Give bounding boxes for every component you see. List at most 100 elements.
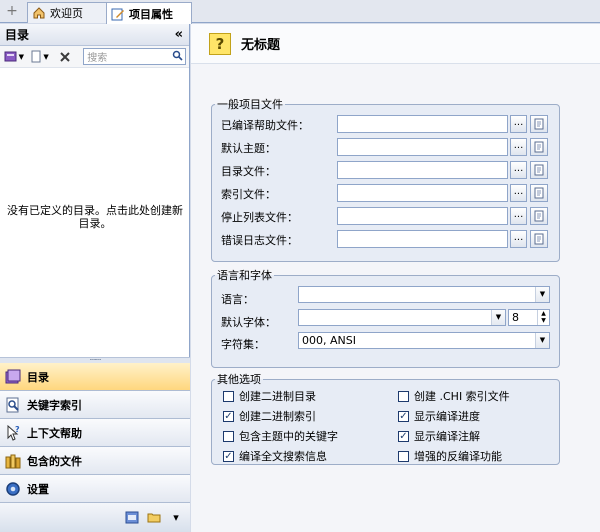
toc-icon [3,367,22,386]
book-dropdown-icon[interactable]: ▼ [3,48,25,65]
chevron-down-icon[interactable]: ▼ [535,333,549,348]
option-label: 创建 .CHI 索引文件 [414,390,510,403]
option-checkbox[interactable]: ✓ 创建二进制索引 [223,408,316,424]
nav-footer: ▾ [0,503,190,532]
general-row-input[interactable] [337,184,508,202]
nav-settings-label: 设置 [27,482,49,496]
nav-toc-label: 目录 [27,370,49,384]
general-row-input[interactable] [337,161,508,179]
page-icon[interactable] [530,207,548,225]
nav-context-help-label: 上下文帮助 [27,426,82,440]
nav-item-toc[interactable]: 目录 [0,363,190,391]
folder-dropdown-icon[interactable] [146,510,162,526]
option-label: 编译全文搜索信息 [239,450,327,463]
index-icon [3,395,22,414]
chevron-down-icon[interactable]: ▾ [168,510,184,526]
link-icon[interactable] [530,115,548,133]
left-toolbar: ▼ ▼ 搜索 [0,46,189,68]
tab-project-properties[interactable]: 项目属性 [106,2,192,24]
language-select[interactable]: ▼ [298,286,550,303]
collapse-panel-icon[interactable]: « [175,27,183,42]
charset-select[interactable]: 000, ANSI ▼ [298,332,550,349]
browse-button[interactable]: ... [510,184,527,202]
search-icon[interactable] [172,50,183,64]
left-panel: 目录 « ▼ ▼ 搜索 没有已定义的目录。点击此处创建新目录。 ········… [0,24,190,532]
question-page-icon: ? [209,32,231,55]
toc-search-input[interactable]: 搜索 [83,48,187,65]
settings-icon [3,479,22,498]
compile-icon[interactable] [124,510,140,526]
option-checkbox[interactable]: ✓ 编译全文搜索信息 [223,448,327,464]
new-tab-plus-icon[interactable]: + [4,3,20,19]
nav-item-context-help[interactable]: ? 上下文帮助 [0,419,190,447]
charset-label: 字符集： [221,338,265,351]
general-row-input[interactable] [337,138,508,156]
general-row-label: 目录文件： [221,165,276,178]
option-label: 创建二进制目录 [239,390,316,403]
left-nav: 目录 关键字索引 ? 上下文帮助 包含的文件 设置 [0,363,190,503]
checkbox-checked-icon[interactable]: ✓ [398,430,409,442]
option-checkbox[interactable]: 创建 .CHI 索引文件 [398,388,510,404]
language-label: 语言： [221,293,254,306]
font-size-value: 8 [512,311,519,324]
general-row-input[interactable] [337,115,508,133]
option-label: 包含主题中的关键字 [239,430,338,443]
tab-welcome[interactable]: 欢迎页 [27,2,107,23]
tab-bar: + 欢迎页 项目属性 [0,0,600,24]
option-label: 创建二进制索引 [239,410,316,423]
other-group-legend: 其他选项 [217,373,261,386]
general-row-label: 错误日志文件： [221,234,298,247]
browse-button[interactable]: ... [510,230,527,248]
option-label: 增强的反编译功能 [414,450,502,463]
option-label: 显示编译进度 [414,410,480,423]
checkbox-checked-icon[interactable]: ✓ [398,410,409,422]
browse-button[interactable]: ... [510,138,527,156]
checkbox-unchecked-icon[interactable] [398,390,409,402]
checkbox-unchecked-icon[interactable] [223,430,234,442]
search-placeholder: 搜索 [87,53,108,64]
checkbox-checked-icon[interactable]: ✓ [223,450,234,462]
delete-icon[interactable] [54,48,76,65]
browse-button[interactable]: ... [510,161,527,179]
nav-item-settings[interactable]: 设置 [0,475,190,503]
general-group-legend: 一般项目文件 [217,98,283,111]
browse-button[interactable]: ... [510,115,527,133]
right-edge [594,64,600,532]
left-panel-header: 目录 « [0,24,189,46]
option-checkbox[interactable]: ✓ 显示编译注解 [398,428,480,444]
charset-value: 000, ANSI [302,334,356,347]
index-file-icon[interactable] [530,184,548,202]
toc-file-icon[interactable] [530,161,548,179]
page-dropdown-icon[interactable]: ▼ [29,48,51,65]
option-checkbox[interactable]: ✓ 显示编译进度 [398,408,480,424]
edit-icon [111,7,125,21]
checkbox-unchecked-icon[interactable] [223,390,234,402]
browse-button[interactable]: ... [510,207,527,225]
general-row-label: 默认主题： [221,142,276,155]
page-header: ? 无标题 [191,24,600,64]
topic-icon[interactable] [530,138,548,156]
nav-item-included-files[interactable]: 包含的文件 [0,447,190,475]
general-row-input[interactable] [337,230,508,248]
nav-included-files-label: 包含的文件 [27,454,82,468]
stepper-arrows-icon[interactable]: ▲ ▼ [537,310,549,325]
page-icon[interactable] [530,230,548,248]
chevron-down-icon[interactable]: ▼ [491,310,505,325]
create-toc-link[interactable]: 没有已定义的目录。点击此处创建新目录。 [0,204,190,230]
option-checkbox[interactable]: 增强的反编译功能 [398,448,502,464]
checkbox-unchecked-icon[interactable] [398,450,409,462]
chevron-down-icon[interactable]: ▼ [535,287,549,302]
general-row-input[interactable] [337,207,508,225]
checkbox-checked-icon[interactable]: ✓ [223,410,234,422]
nav-item-index[interactable]: 关键字索引 [0,391,190,419]
files-icon [3,451,22,470]
context-help-icon: ? [3,423,22,442]
general-row-label: 停止列表文件： [221,211,298,224]
font-size-stepper[interactable]: 8 ▲ ▼ [508,309,550,326]
option-checkbox[interactable]: 包含主题中的关键字 [223,428,338,444]
nav-index-label: 关键字索引 [27,398,82,412]
option-checkbox[interactable]: 创建二进制目录 [223,388,316,404]
default-font-select[interactable]: ▼ [298,309,506,326]
general-row-label: 已编译帮助文件： [221,119,309,132]
tab-project-properties-label: 项目属性 [129,7,173,21]
